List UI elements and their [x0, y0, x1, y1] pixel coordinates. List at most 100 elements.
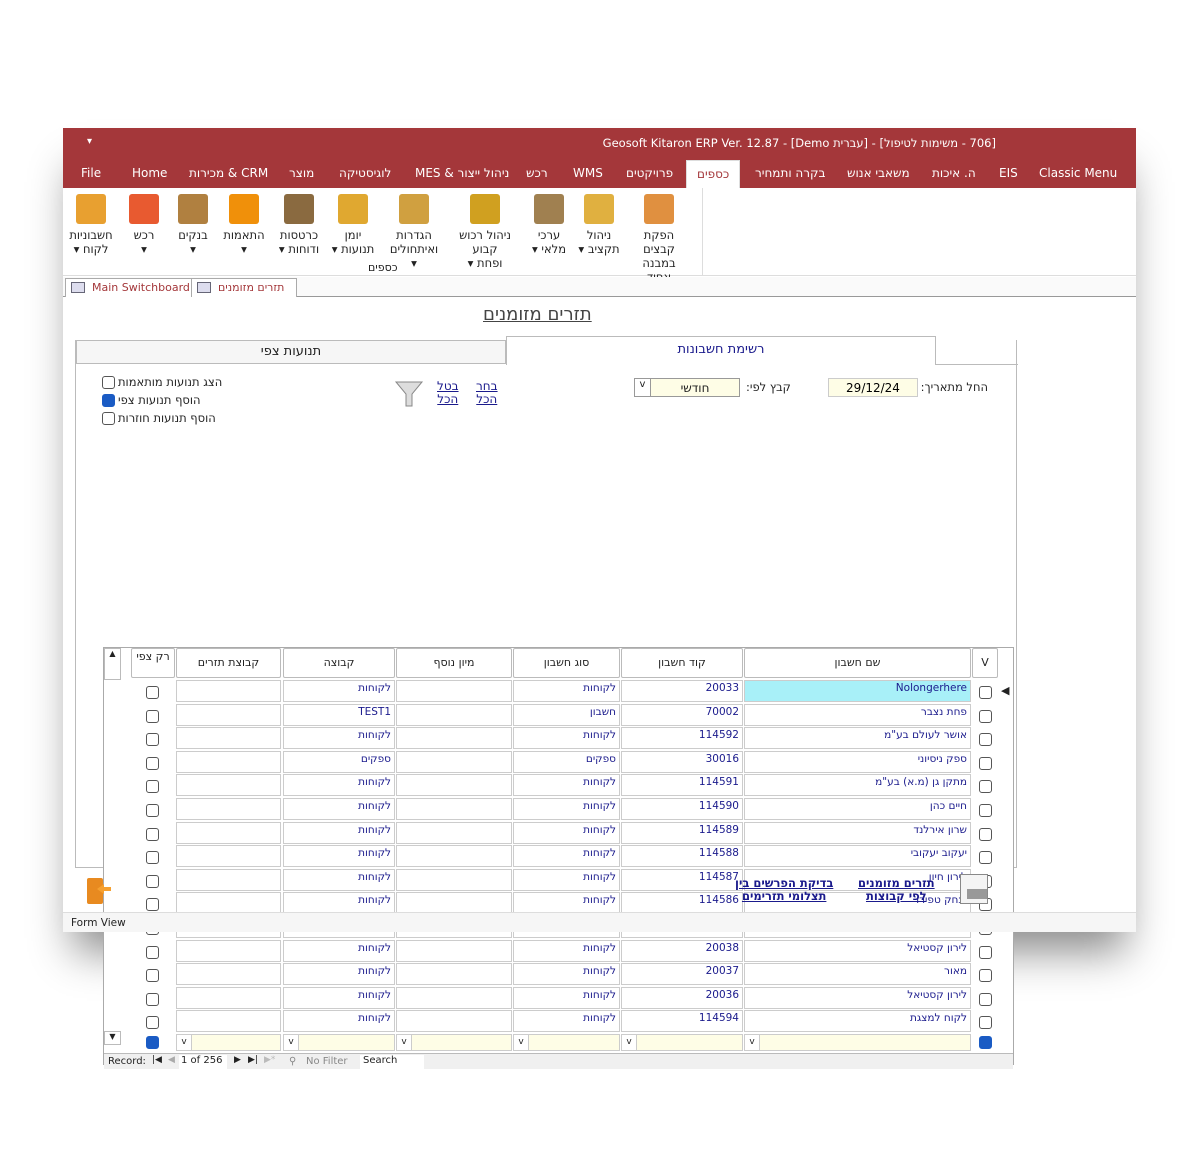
- ribbon-tab[interactable]: EIS: [999, 166, 1018, 180]
- table-cell[interactable]: [176, 963, 281, 986]
- table-cell[interactable]: לקוחות: [283, 727, 395, 750]
- table-cell[interactable]: 114591: [621, 774, 743, 797]
- table-cell[interactable]: [396, 680, 512, 702]
- table-row[interactable]: פחת נצבר 70002 חשבון TEST1: [104, 703, 1013, 728]
- table-cell[interactable]: לקוחות: [513, 845, 620, 868]
- table-cell[interactable]: [396, 750, 512, 773]
- table-row[interactable]: מתקן גן (מ.א) בע"מ 114591 לקוחות לקוחות: [104, 774, 1013, 798]
- column-header[interactable]: שם חשבון: [744, 648, 971, 678]
- ribbon-button[interactable]: הפקת קבציםבמבנה אחיד: [633, 194, 685, 284]
- select-checkbox[interactable]: [979, 780, 992, 794]
- filter-dropdown[interactable]: v: [513, 1034, 620, 1051]
- ribbon-button[interactable]: חשבוניות לקוח ▾: [65, 194, 117, 256]
- table-cell[interactable]: [176, 680, 281, 702]
- table-cell[interactable]: 114592: [621, 727, 743, 750]
- table-cell[interactable]: 20038: [621, 939, 743, 962]
- ribbon-tab[interactable]: פרויקטים: [626, 166, 673, 180]
- doc-tab-cash-flow[interactable]: תזרים מזומנים: [191, 278, 298, 297]
- tab-accounts-list[interactable]: רשימת חשבונות: [506, 336, 936, 365]
- table-cell[interactable]: לקוחות: [513, 798, 620, 820]
- table-cell[interactable]: 114590: [621, 798, 743, 820]
- doc-tab-main-switchboard[interactable]: Main Switchboard: [65, 278, 197, 297]
- table-cell[interactable]: [176, 774, 281, 797]
- table-cell[interactable]: לקוחות: [283, 1010, 395, 1033]
- new-record-button[interactable]: ▶*: [264, 1055, 275, 1065]
- select-checkbox[interactable]: [979, 733, 992, 747]
- forecast-only-checkbox[interactable]: [146, 969, 159, 983]
- table-cell[interactable]: לקוחות: [283, 939, 395, 962]
- filter-dropdown[interactable]: v: [283, 1034, 395, 1051]
- table-cell[interactable]: לקוחות: [513, 868, 620, 891]
- table-cell[interactable]: לקוחות: [283, 774, 395, 797]
- table-cell[interactable]: 114589: [621, 821, 743, 844]
- record-position-input[interactable]: 1 of 256: [179, 1055, 227, 1069]
- table-cell[interactable]: [396, 939, 512, 962]
- select-checkbox[interactable]: [979, 992, 992, 1006]
- table-cell[interactable]: [176, 703, 281, 726]
- column-header[interactable]: רק צפי: [131, 648, 175, 678]
- forecast-only-checkbox[interactable]: [146, 898, 159, 912]
- ribbon-button[interactable]: רכש ▾: [118, 194, 170, 256]
- ribbon-button[interactable]: התאמות ▾: [218, 194, 270, 256]
- table-cell[interactable]: [396, 868, 512, 891]
- next-record-button[interactable]: ▶: [234, 1055, 241, 1065]
- table-cell[interactable]: [396, 703, 512, 726]
- table-cell[interactable]: Nolongerhere: [744, 680, 971, 702]
- option-checkbox[interactable]: הוסף תנועות חוזרות: [102, 410, 302, 428]
- table-row[interactable]: חיים כהן 114590 לקוחות לקוחות: [104, 798, 1013, 822]
- table-cell[interactable]: אושר לעולם בע"מ: [744, 727, 971, 750]
- table-cell[interactable]: לקוחות: [513, 680, 620, 702]
- ribbon-tab[interactable]: Home: [132, 166, 167, 180]
- table-cell[interactable]: חיים כהן: [744, 798, 971, 820]
- table-cell[interactable]: [176, 798, 281, 820]
- forecast-only-checkbox[interactable]: [146, 1016, 159, 1030]
- ribbon-tab[interactable]: כספים: [686, 160, 741, 188]
- checkbox[interactable]: [102, 376, 115, 389]
- ribbon-button[interactable]: הגדרות ואיתחולים ▾: [388, 194, 440, 270]
- filter-checkbox[interactable]: [979, 1036, 992, 1049]
- table-row[interactable]: שרון אירלנד 114589 לקוחות לקוחות: [104, 821, 1013, 846]
- table-cell[interactable]: לקוחות: [513, 963, 620, 986]
- forecast-only-checkbox[interactable]: [146, 992, 159, 1006]
- table-cell[interactable]: לקוחות: [283, 986, 395, 1009]
- ribbon-tab[interactable]: משאבי אנוש: [847, 166, 910, 180]
- select-checkbox[interactable]: [979, 686, 992, 699]
- table-cell[interactable]: לקוחות: [513, 986, 620, 1009]
- link-flow-diff-check[interactable]: בדיקת הפרשים בין תצלומי תזרימים: [735, 877, 833, 903]
- last-record-button[interactable]: ▶|: [248, 1055, 258, 1065]
- forecast-only-checkbox[interactable]: [146, 945, 159, 959]
- group-by-select[interactable]: v חודשי: [634, 378, 740, 397]
- select-checkbox[interactable]: [979, 756, 992, 770]
- table-cell[interactable]: לירון קסטיאל: [744, 939, 971, 962]
- select-checkbox[interactable]: [979, 1016, 992, 1030]
- table-cell[interactable]: ספקים: [283, 750, 395, 773]
- column-header[interactable]: סוג חשבון: [513, 648, 620, 678]
- ribbon-tab[interactable]: CRM & מכירות: [189, 166, 268, 180]
- table-row[interactable]: ספק ניסיוני 30016 ספקים ספקים: [104, 750, 1013, 775]
- ribbon-button[interactable]: ניהול רכוש קבוע ופחת ▾: [459, 194, 511, 270]
- table-cell[interactable]: 114587: [621, 868, 743, 891]
- scrollbar-up[interactable]: ▲: [104, 648, 121, 680]
- ribbon-tab[interactable]: ה. איכות: [932, 166, 976, 180]
- column-header[interactable]: מיון נוסף: [396, 648, 512, 678]
- table-cell[interactable]: [396, 821, 512, 844]
- first-record-button[interactable]: |◀: [152, 1055, 162, 1065]
- ribbon-button[interactable]: כרטסות ודוחות ▾: [273, 194, 325, 256]
- filter-dropdown[interactable]: v: [396, 1034, 512, 1051]
- table-cell[interactable]: [396, 1010, 512, 1033]
- table-cell[interactable]: לקוחות: [513, 939, 620, 962]
- forecast-only-checkbox[interactable]: [146, 709, 159, 723]
- ribbon-tab[interactable]: רכש: [526, 166, 548, 180]
- forecast-only-checkbox[interactable]: [146, 874, 159, 888]
- ribbon-button[interactable]: בנקים ▾: [167, 194, 219, 256]
- table-cell[interactable]: לקוחות: [283, 798, 395, 820]
- forecast-only-checkbox[interactable]: [146, 780, 159, 794]
- quick-access-toolbar[interactable]: ▾: [87, 136, 92, 147]
- table-cell[interactable]: [176, 750, 281, 773]
- ribbon-button[interactable]: ניהול תקציב ▾: [573, 194, 625, 256]
- table-cell[interactable]: לקוחות: [283, 821, 395, 844]
- table-row[interactable]: יעקוב יעקובי 114588 לקוחות לקוחות: [104, 845, 1013, 869]
- select-checkbox[interactable]: [979, 851, 992, 865]
- table-cell[interactable]: [176, 939, 281, 962]
- table-cell[interactable]: חשבון: [513, 703, 620, 726]
